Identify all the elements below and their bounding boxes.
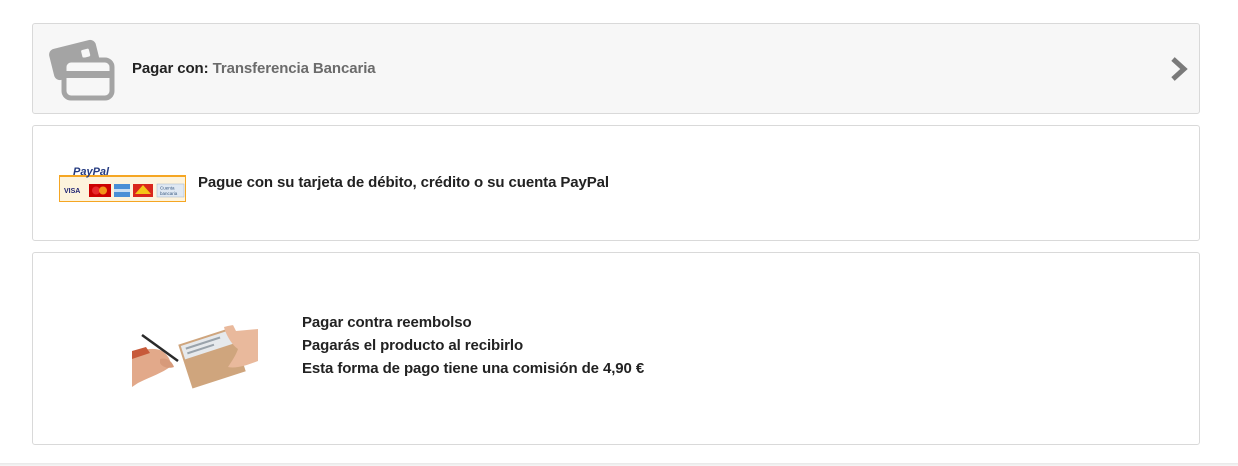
svg-text:VISA: VISA bbox=[64, 188, 80, 195]
paypal-option[interactable]: PayPal VISA Cuenta bancaria Pague con su… bbox=[32, 125, 1200, 241]
cod-pay-on-receipt: Pagarás el producto al recibirlo bbox=[302, 337, 524, 354]
credit-card-icon bbox=[49, 39, 115, 101]
paypal-logo-icon: PayPal VISA Cuenta bancaria bbox=[59, 166, 186, 202]
cod-fee-notice: Esta forma de pago tiene una comisión de… bbox=[302, 360, 645, 377]
cash-on-delivery-details: Pagar contra reembolso Pagarás el produc… bbox=[302, 311, 644, 380]
pay-with-label: Pagar con: bbox=[132, 60, 209, 77]
svg-text:bancaria: bancaria bbox=[160, 191, 178, 196]
paypal-description: Pague con su tarjeta de débito, crédito … bbox=[198, 174, 609, 191]
payment-method-label: Pagar con: Transferencia Bancaria bbox=[132, 60, 376, 77]
payment-method-selector[interactable]: Pagar con: Transferencia Bancaria bbox=[32, 23, 1200, 114]
paypal-logo-text: PayPal bbox=[73, 166, 110, 178]
selected-method-value: Transferencia Bancaria bbox=[212, 60, 376, 77]
payment-methods-page: Pagar con: Transferencia Bancaria PayPal… bbox=[0, 0, 1238, 466]
svg-text:Cuenta: Cuenta bbox=[160, 186, 175, 191]
chevron-right-icon[interactable] bbox=[1169, 56, 1189, 82]
cash-on-delivery-option[interactable]: Pagar contra reembolso Pagarás el produc… bbox=[32, 252, 1200, 445]
cod-title: Pagar contra reembolso bbox=[302, 314, 472, 331]
package-delivery-handover-image bbox=[132, 321, 258, 389]
